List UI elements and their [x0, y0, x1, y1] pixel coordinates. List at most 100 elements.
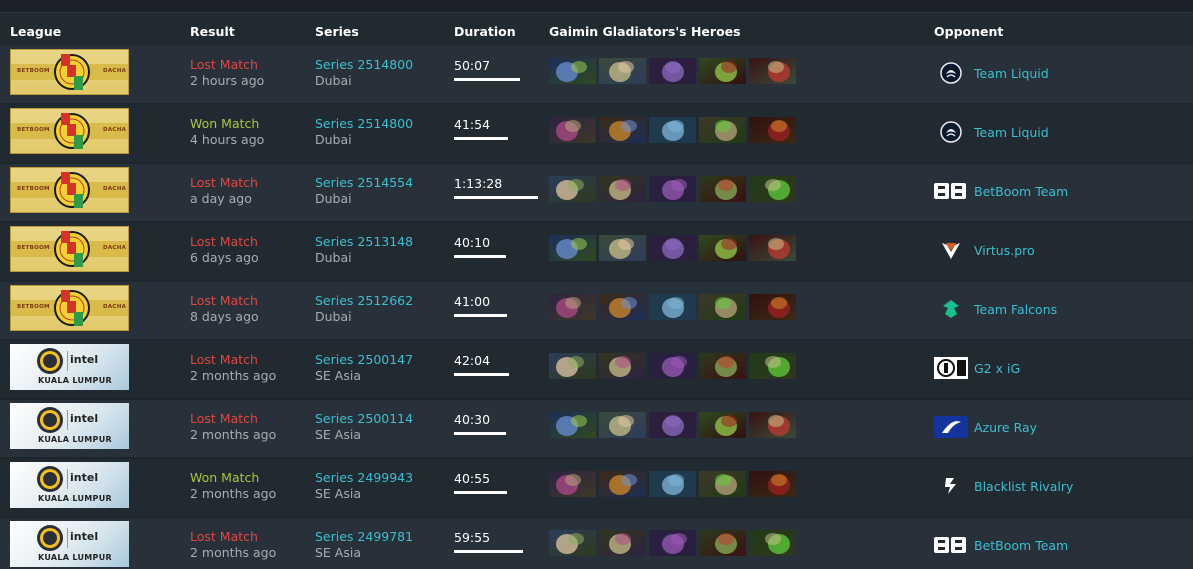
league-banner[interactable]: intel KUALA LUMPUR: [10, 344, 129, 390]
hero-icon[interactable]: [749, 471, 796, 497]
betboom-icon[interactable]: [934, 180, 968, 202]
opponent-link[interactable]: Virtus.pro: [974, 243, 1035, 258]
league-banner[interactable]: BETBOOM DACHA: [10, 226, 129, 272]
hero-icon[interactable]: [649, 117, 696, 143]
blacklist-rivalry-icon[interactable]: [934, 475, 968, 497]
team-liquid-icon[interactable]: [934, 121, 968, 143]
hero-icon[interactable]: [699, 235, 746, 261]
hero-icon[interactable]: [599, 353, 646, 379]
column-header-duration[interactable]: Duration: [454, 24, 516, 39]
series-link[interactable]: Series 2514800: [315, 57, 413, 72]
hero-icon[interactable]: [749, 176, 796, 202]
league-banner[interactable]: BETBOOM DACHA: [10, 108, 129, 154]
hero-icon[interactable]: [699, 530, 746, 556]
opponent-link[interactable]: Azure Ray: [974, 420, 1037, 435]
hero-icon[interactable]: [649, 235, 696, 261]
hero-icon[interactable]: [549, 58, 596, 84]
opponent-link[interactable]: Team Falcons: [974, 302, 1057, 317]
column-header-result[interactable]: Result: [190, 24, 235, 39]
match-result-link[interactable]: Lost Match: [190, 529, 258, 544]
hero-icon[interactable]: [599, 176, 646, 202]
team-liquid-icon[interactable]: [934, 62, 968, 84]
hero-icon[interactable]: [549, 235, 596, 261]
hero-icon[interactable]: [549, 176, 596, 202]
hero-icon[interactable]: [749, 530, 796, 556]
league-banner[interactable]: BETBOOM DACHA: [10, 49, 129, 95]
column-header-series[interactable]: Series: [315, 24, 359, 39]
hero-icon[interactable]: [749, 353, 796, 379]
table-row[interactable]: BETBOOM DACHA Lost Match 6 days ago Series 2…: [0, 223, 1193, 280]
league-banner[interactable]: intel KUALA LUMPUR: [10, 462, 129, 508]
series-link[interactable]: Series 2514554: [315, 175, 413, 190]
table-row[interactable]: BETBOOM DACHA Won Match 4 hours ago Series 2…: [0, 105, 1193, 162]
hero-icon[interactable]: [699, 294, 746, 320]
series-link[interactable]: Series 2500147: [315, 352, 413, 367]
series-link[interactable]: Series 2499781: [315, 529, 413, 544]
hero-icon[interactable]: [599, 294, 646, 320]
hero-icon[interactable]: [699, 353, 746, 379]
league-banner[interactable]: BETBOOM DACHA: [10, 167, 129, 213]
hero-icon[interactable]: [549, 294, 596, 320]
match-result-link[interactable]: Won Match: [190, 116, 259, 131]
opponent-link[interactable]: Blacklist Rivalry: [974, 479, 1073, 494]
team-falcons-icon[interactable]: [934, 298, 968, 320]
hero-icon[interactable]: [549, 530, 596, 556]
virtus-pro-icon[interactable]: [934, 239, 968, 261]
hero-icon[interactable]: [749, 294, 796, 320]
hero-icon[interactable]: [699, 58, 746, 84]
opponent-link[interactable]: Team Liquid: [974, 66, 1049, 81]
column-header-league[interactable]: League: [10, 24, 61, 39]
betboom-icon[interactable]: [934, 534, 968, 556]
hero-icon[interactable]: [599, 58, 646, 84]
hero-icon[interactable]: [699, 176, 746, 202]
hero-icon[interactable]: [749, 117, 796, 143]
hero-icon[interactable]: [649, 353, 696, 379]
hero-icon[interactable]: [699, 117, 746, 143]
series-link[interactable]: Series 2499943: [315, 470, 413, 485]
hero-icon[interactable]: [749, 235, 796, 261]
hero-icon[interactable]: [599, 412, 646, 438]
opponent-link[interactable]: BetBoom Team: [974, 184, 1068, 199]
match-result-link[interactable]: Lost Match: [190, 175, 258, 190]
match-result-link[interactable]: Lost Match: [190, 293, 258, 308]
g2-ig-icon[interactable]: [934, 357, 968, 379]
hero-icon[interactable]: [649, 176, 696, 202]
series-link[interactable]: Series 2512662: [315, 293, 413, 308]
hero-icon[interactable]: [599, 530, 646, 556]
match-result-link[interactable]: Lost Match: [190, 352, 258, 367]
hero-icon[interactable]: [549, 471, 596, 497]
table-row[interactable]: BETBOOM DACHA Lost Match 8 days ago Series 2…: [0, 282, 1193, 339]
hero-icon[interactable]: [599, 235, 646, 261]
hero-icon[interactable]: [599, 117, 646, 143]
hero-icon[interactable]: [549, 412, 596, 438]
opponent-link[interactable]: G2 x iG: [974, 361, 1020, 376]
table-row[interactable]: intel KUALA LUMPUR Won Match 2 months ago Se…: [0, 459, 1193, 516]
hero-icon[interactable]: [749, 58, 796, 84]
hero-icon[interactable]: [549, 353, 596, 379]
table-row[interactable]: intel KUALA LUMPUR Lost Match 2 months ago S…: [0, 518, 1193, 569]
table-row[interactable]: intel KUALA LUMPUR Lost Match 2 months ago S…: [0, 341, 1193, 398]
league-banner[interactable]: intel KUALA LUMPUR: [10, 521, 129, 567]
table-row[interactable]: BETBOOM DACHA Lost Match a day ago Series 25…: [0, 164, 1193, 221]
opponent-link[interactable]: BetBoom Team: [974, 538, 1068, 553]
hero-icon[interactable]: [649, 471, 696, 497]
hero-icon[interactable]: [699, 471, 746, 497]
series-link[interactable]: Series 2500114: [315, 411, 413, 426]
opponent-link[interactable]: Team Liquid: [974, 125, 1049, 140]
match-result-link[interactable]: Lost Match: [190, 234, 258, 249]
series-link[interactable]: Series 2514800: [315, 116, 413, 131]
column-header-opponent[interactable]: Opponent: [934, 24, 1003, 39]
hero-icon[interactable]: [649, 58, 696, 84]
table-row[interactable]: BETBOOM DACHA Lost Match 2 hours ago Series …: [0, 46, 1193, 103]
series-link[interactable]: Series 2513148: [315, 234, 413, 249]
league-banner[interactable]: intel KUALA LUMPUR: [10, 403, 129, 449]
hero-icon[interactable]: [649, 294, 696, 320]
match-result-link[interactable]: Won Match: [190, 470, 259, 485]
match-result-link[interactable]: Lost Match: [190, 57, 258, 72]
hero-icon[interactable]: [749, 412, 796, 438]
hero-icon[interactable]: [649, 412, 696, 438]
hero-icon[interactable]: [699, 412, 746, 438]
hero-icon[interactable]: [549, 117, 596, 143]
azure-ray-icon[interactable]: [934, 416, 968, 438]
hero-icon[interactable]: [649, 530, 696, 556]
